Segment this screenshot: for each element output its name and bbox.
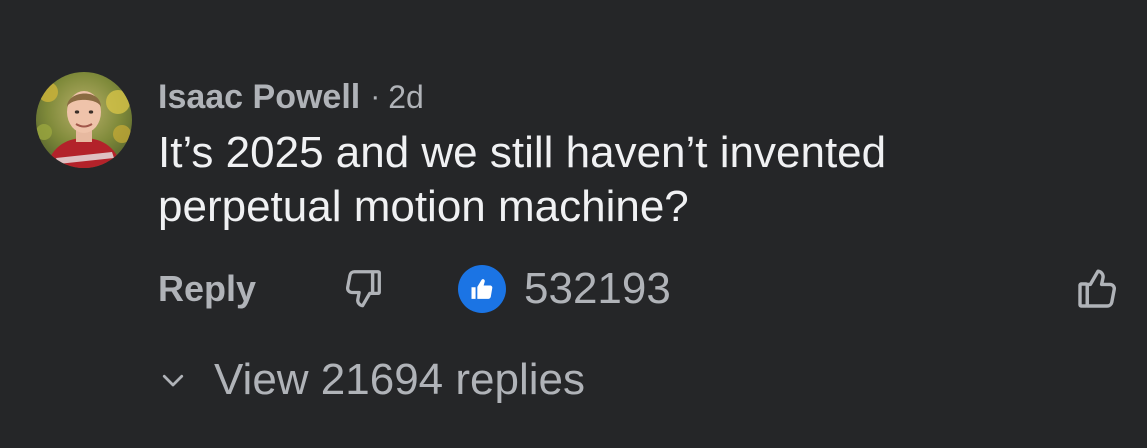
user-avatar[interactable] — [36, 72, 132, 168]
thumbs-up-icon[interactable] — [1074, 264, 1122, 312]
comment-text: It’s 2025 and we still haven’t invented … — [158, 128, 887, 231]
comment-item: Isaac Powell · 2d It’s 2025 and we still… — [0, 0, 1147, 448]
comment-actions: Reply 532193 — [0, 260, 1147, 320]
reaction-summary[interactable]: 532193 — [458, 264, 671, 314]
reply-button[interactable]: Reply — [158, 268, 256, 310]
view-replies-button[interactable]: View 21694 replies — [158, 352, 585, 408]
view-replies-label: View 21694 replies — [214, 355, 585, 404]
like-count: 532193 — [524, 264, 671, 313]
avatar-image — [36, 72, 132, 168]
chevron-down-icon — [162, 374, 184, 387]
meta-separator: · — [370, 80, 381, 113]
like-reaction-icon — [458, 265, 506, 313]
thumbs-down-icon[interactable] — [340, 266, 386, 312]
comment-timestamp: 2d — [388, 78, 424, 115]
author-name[interactable]: Isaac Powell — [158, 78, 360, 117]
comment-meta: Isaac Powell · 2d — [158, 76, 424, 118]
